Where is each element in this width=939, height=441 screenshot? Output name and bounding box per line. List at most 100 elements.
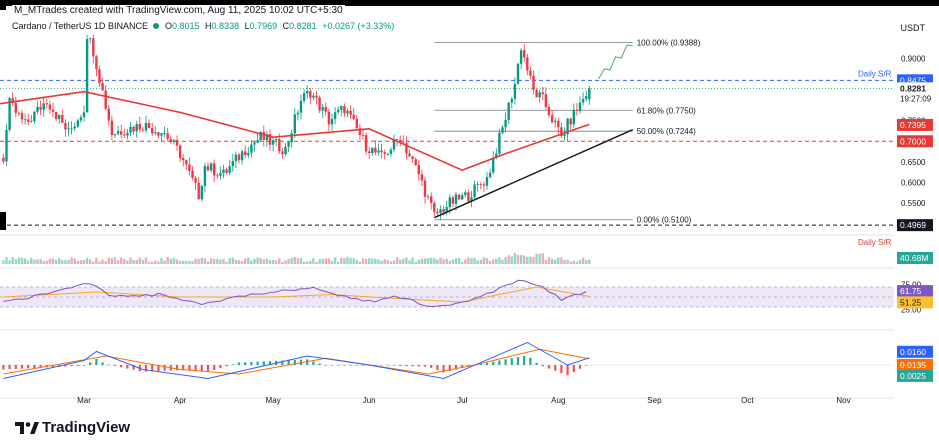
macd-histogram-bar	[343, 365, 346, 366]
volume-bar	[262, 259, 265, 264]
candle-body	[250, 144, 253, 153]
volume-bar	[228, 258, 231, 264]
volume-bar	[191, 261, 194, 264]
volume-bar	[281, 261, 284, 264]
candle-body	[222, 169, 225, 173]
volume-bar	[439, 257, 442, 264]
macd-histogram-bar	[516, 357, 520, 365]
candle-body	[368, 151, 371, 154]
candle-body	[203, 166, 207, 187]
candle-body	[414, 159, 417, 166]
candle-body	[209, 163, 213, 171]
macd-histogram-bar	[70, 365, 73, 367]
price-tick-label: 0.6000	[901, 179, 926, 188]
candle-body	[36, 106, 39, 112]
volume-bar	[501, 259, 504, 264]
candle-body	[306, 91, 309, 94]
volume-bar	[479, 259, 482, 264]
macd-histogram-bar	[535, 362, 538, 365]
volume-bar	[120, 257, 123, 264]
volume-bar	[116, 260, 120, 264]
volume-bar	[451, 259, 455, 264]
candle-body	[39, 106, 42, 110]
volume-bar	[154, 260, 157, 264]
macd-histogram-bar	[76, 365, 79, 366]
x-tick-label: Jun	[363, 396, 376, 405]
candle-body	[51, 109, 55, 112]
macd-histogram-bar	[585, 365, 588, 366]
volume-bar	[374, 258, 377, 264]
volume-bar	[299, 257, 303, 264]
volume-bar	[268, 260, 272, 264]
volume-bar	[389, 261, 393, 264]
macd-histogram-bar	[2, 365, 5, 370]
volume-bar	[225, 261, 228, 264]
volume-bar	[42, 261, 45, 264]
candle-body	[132, 126, 135, 132]
macd-signal-tag: 0.0135	[900, 360, 926, 370]
volume-bar	[64, 260, 67, 264]
candle-body	[377, 150, 380, 153]
volume-tag: 40.68M	[900, 253, 928, 263]
change-value: +0.0267 (+3.33%)	[322, 21, 395, 31]
volume-bar	[433, 258, 436, 264]
candle-body	[349, 110, 352, 115]
macd-histogram-bar	[33, 365, 36, 369]
candle-body	[526, 57, 529, 71]
volume-bar	[188, 260, 191, 264]
candle-body	[110, 120, 114, 136]
volume-bar	[554, 259, 557, 264]
macd-histogram-bar	[399, 365, 402, 366]
candle-body	[237, 154, 241, 161]
candle-body	[519, 50, 523, 64]
candle-body	[498, 132, 501, 154]
candle-body	[585, 96, 588, 99]
candle-body	[364, 135, 368, 152]
candle-body	[467, 192, 470, 202]
volume-bar	[138, 257, 141, 264]
candle-body	[529, 70, 532, 76]
macd-histogram-bar	[578, 365, 582, 369]
candle-body	[287, 142, 290, 147]
volume-bar	[110, 258, 114, 264]
candle-body	[42, 103, 45, 110]
volume-bar	[312, 258, 315, 264]
volume-bar	[368, 258, 371, 264]
volume-bar	[92, 261, 95, 264]
volume-bar	[265, 258, 269, 264]
macd-histogram-bar	[337, 365, 340, 366]
volume-bar	[141, 259, 145, 264]
close-value: 0.8281	[289, 21, 317, 31]
macd-histogram-bar	[355, 365, 358, 366]
x-tick-label: Apr	[174, 396, 187, 405]
macd-histogram-bar	[312, 361, 315, 365]
candle-body	[219, 172, 222, 176]
candle-body	[206, 166, 210, 171]
candle-body	[575, 109, 579, 111]
candle-body	[442, 208, 445, 213]
volume-bar	[36, 259, 39, 264]
candle-body	[507, 102, 510, 120]
candle-body	[324, 107, 327, 112]
volume-bar	[498, 257, 501, 264]
volume-bar	[519, 255, 523, 264]
volume-bar	[27, 260, 30, 264]
volume-bar	[414, 261, 417, 264]
chart-canvas: 100.00% (0.9388) 61.80% (0.7750) 50.00% (0…	[0, 0, 939, 441]
volume-bar	[54, 259, 58, 264]
left-edge-marker-low	[0, 212, 6, 230]
candle-body	[20, 113, 24, 120]
candle-body	[240, 151, 244, 161]
candle-body	[101, 83, 104, 91]
volume-bar	[206, 261, 210, 264]
macd-histogram-bar	[206, 365, 210, 372]
candle-body	[82, 112, 86, 118]
volume-bar	[79, 260, 83, 264]
candle-body	[14, 103, 17, 113]
volume-bar	[48, 258, 52, 264]
volume-bar	[485, 258, 489, 264]
macd-histogram-bar	[361, 365, 365, 366]
left-edge-marker-top	[0, 0, 6, 10]
volume-bar	[58, 258, 61, 264]
volume-bar	[318, 259, 321, 264]
